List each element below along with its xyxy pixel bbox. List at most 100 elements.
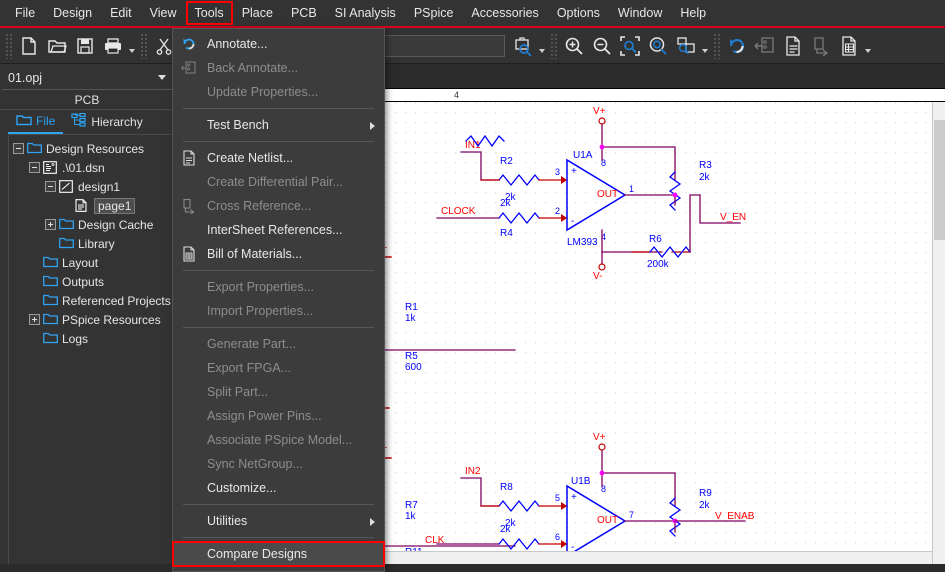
tree-item-label: design1 — [78, 179, 121, 194]
menu-item-pcb[interactable]: PCB — [282, 1, 326, 25]
folder-icon — [27, 142, 42, 155]
zoom-dropdown-caret[interactable] — [700, 32, 710, 60]
tree-item-label: Logs — [62, 331, 89, 346]
tree-item-design-cache[interactable]: Design Cache — [13, 215, 174, 234]
menu-item-accessories[interactable]: Accessories — [462, 1, 547, 25]
menu-option-export-properties: Export Properties... — [173, 275, 384, 299]
svg-text:6: 6 — [555, 532, 560, 542]
panel-tab-label: File — [36, 114, 56, 128]
menu-option-annotate[interactable]: Annotate... — [173, 32, 384, 56]
tree-item-01-dsn[interactable]: .\01.dsn — [13, 158, 174, 177]
vertical-scrollbar-thumb[interactable] — [934, 120, 945, 240]
svg-text:R1: R1 — [405, 302, 418, 313]
menu-item-help[interactable]: Help — [671, 1, 715, 25]
back-annotate-icon[interactable] — [751, 32, 779, 60]
svg-text:R5: R5 — [405, 351, 418, 362]
svg-text:V_EN: V_EN — [720, 212, 746, 223]
folder-icon — [59, 237, 74, 250]
annotate-icon — [181, 36, 197, 52]
find-dropdown-caret[interactable] — [537, 32, 547, 60]
new-icon[interactable] — [15, 32, 43, 60]
menu-item-tools[interactable]: Tools — [185, 1, 233, 25]
reports-dropdown-caret[interactable] — [863, 32, 873, 60]
svg-text:2: 2 — [555, 206, 560, 216]
tree-item-logs[interactable]: Logs — [13, 329, 174, 348]
tree-item-label: Design Cache — [78, 217, 154, 232]
zoom-area-icon[interactable] — [616, 32, 644, 60]
menu-item-edit[interactable]: Edit — [101, 1, 141, 25]
collapse-icon[interactable] — [45, 181, 56, 192]
panel-tab-file[interactable]: File — [8, 110, 64, 134]
toolbar-grip-2[interactable] — [140, 32, 147, 59]
print-icon[interactable] — [99, 32, 127, 60]
bom-icon — [181, 246, 197, 262]
create-netlist-icon[interactable] — [779, 32, 807, 60]
menu-option-intersheet-references[interactable]: InterSheet References... — [173, 218, 384, 242]
zoom-in-icon[interactable] — [560, 32, 588, 60]
zoom-all-icon[interactable] — [644, 32, 672, 60]
tree-item-referenced-projects[interactable]: Referenced Projects — [13, 291, 174, 310]
vertical-scrollbar[interactable] — [932, 102, 945, 564]
menu-option-label: Customize... — [207, 481, 277, 495]
expand-icon[interactable] — [29, 314, 40, 325]
project-tree: Design Resources .\01.dsn design1 page1 Desi… — [8, 134, 174, 564]
tree-item-design-resources[interactable]: Design Resources — [13, 139, 174, 158]
menu-item-si-analysis[interactable]: SI Analysis — [326, 1, 405, 25]
tree-item-layout[interactable]: Layout — [13, 253, 174, 272]
panel-tab-hierarchy[interactable]: Hierarchy — [63, 110, 150, 134]
toolbar-grip-5[interactable] — [713, 32, 720, 59]
menu-option-generate-part: Generate Part... — [173, 332, 384, 356]
back-annotate-icon — [181, 60, 197, 76]
menu-item-view[interactable]: View — [141, 1, 186, 25]
tree-item-library[interactable]: Library — [13, 234, 174, 253]
menu-item-pspice[interactable]: PSpice — [405, 1, 463, 25]
toolbar-grip[interactable] — [5, 32, 12, 59]
cross-ref-icon — [181, 198, 197, 215]
zoom-selection-icon[interactable] — [672, 32, 700, 60]
cross-reference-icon[interactable] — [807, 32, 835, 60]
menu-option-compare-designs[interactable]: Compare Designs — [172, 541, 385, 567]
folder-icon — [43, 313, 58, 326]
svg-text:R6: R6 — [649, 234, 662, 245]
zoom-out-icon[interactable] — [588, 32, 616, 60]
menu-option-utilities[interactable]: Utilities — [173, 509, 384, 533]
menu-item-options[interactable]: Options — [548, 1, 609, 25]
submenu-arrow-icon — [370, 518, 375, 526]
menu-item-window[interactable]: Window — [609, 1, 671, 25]
open-icon[interactable] — [43, 32, 71, 60]
hierarchy-icon — [71, 112, 87, 130]
tree-item-page1[interactable]: page1 — [13, 196, 174, 215]
find-icon[interactable] — [509, 32, 537, 60]
svg-text:V-: V- — [593, 271, 602, 282]
menu-separator — [183, 108, 374, 109]
project-selector[interactable]: 01.opj — [2, 66, 172, 90]
tree-item-label: page1 — [94, 197, 136, 214]
menu-option-split-part: Split Part... — [173, 380, 384, 404]
save-icon[interactable] — [71, 32, 99, 60]
chevron-down-icon[interactable] — [158, 75, 166, 80]
tree-item-design1[interactable]: design1 — [13, 177, 174, 196]
menu-option-create-netlist[interactable]: Create Netlist... — [173, 146, 384, 170]
menu-option-label: Export FPGA... — [207, 361, 292, 375]
menu-item-place[interactable]: Place — [233, 1, 282, 25]
print-dropdown-caret[interactable] — [127, 32, 137, 60]
tree-item-pspice-resources[interactable]: PSpice Resources — [13, 310, 174, 329]
svg-text:2k: 2k — [500, 524, 512, 535]
menu-option-bill-of-materials[interactable]: Bill of Materials... — [173, 242, 384, 266]
collapse-icon[interactable] — [29, 162, 40, 173]
menu-item-design[interactable]: Design — [44, 1, 101, 25]
tree-item-label: Library — [78, 236, 115, 251]
menu-separator — [183, 141, 374, 142]
project-name: 01.opj — [8, 70, 43, 85]
menu-item-file[interactable]: File — [6, 1, 44, 25]
menu-option-test-bench[interactable]: Test Bench — [173, 113, 384, 137]
bom-icon[interactable] — [835, 32, 863, 60]
menu-option-label: Export Properties... — [207, 280, 314, 294]
annotate-icon[interactable] — [723, 32, 751, 60]
collapse-icon[interactable] — [13, 143, 24, 154]
expand-icon[interactable] — [45, 219, 56, 230]
toolbar-grip-4[interactable] — [550, 32, 557, 59]
menu-option-customize[interactable]: Customize... — [173, 476, 384, 500]
submenu-arrow-icon — [370, 122, 375, 130]
tree-item-outputs[interactable]: Outputs — [13, 272, 174, 291]
